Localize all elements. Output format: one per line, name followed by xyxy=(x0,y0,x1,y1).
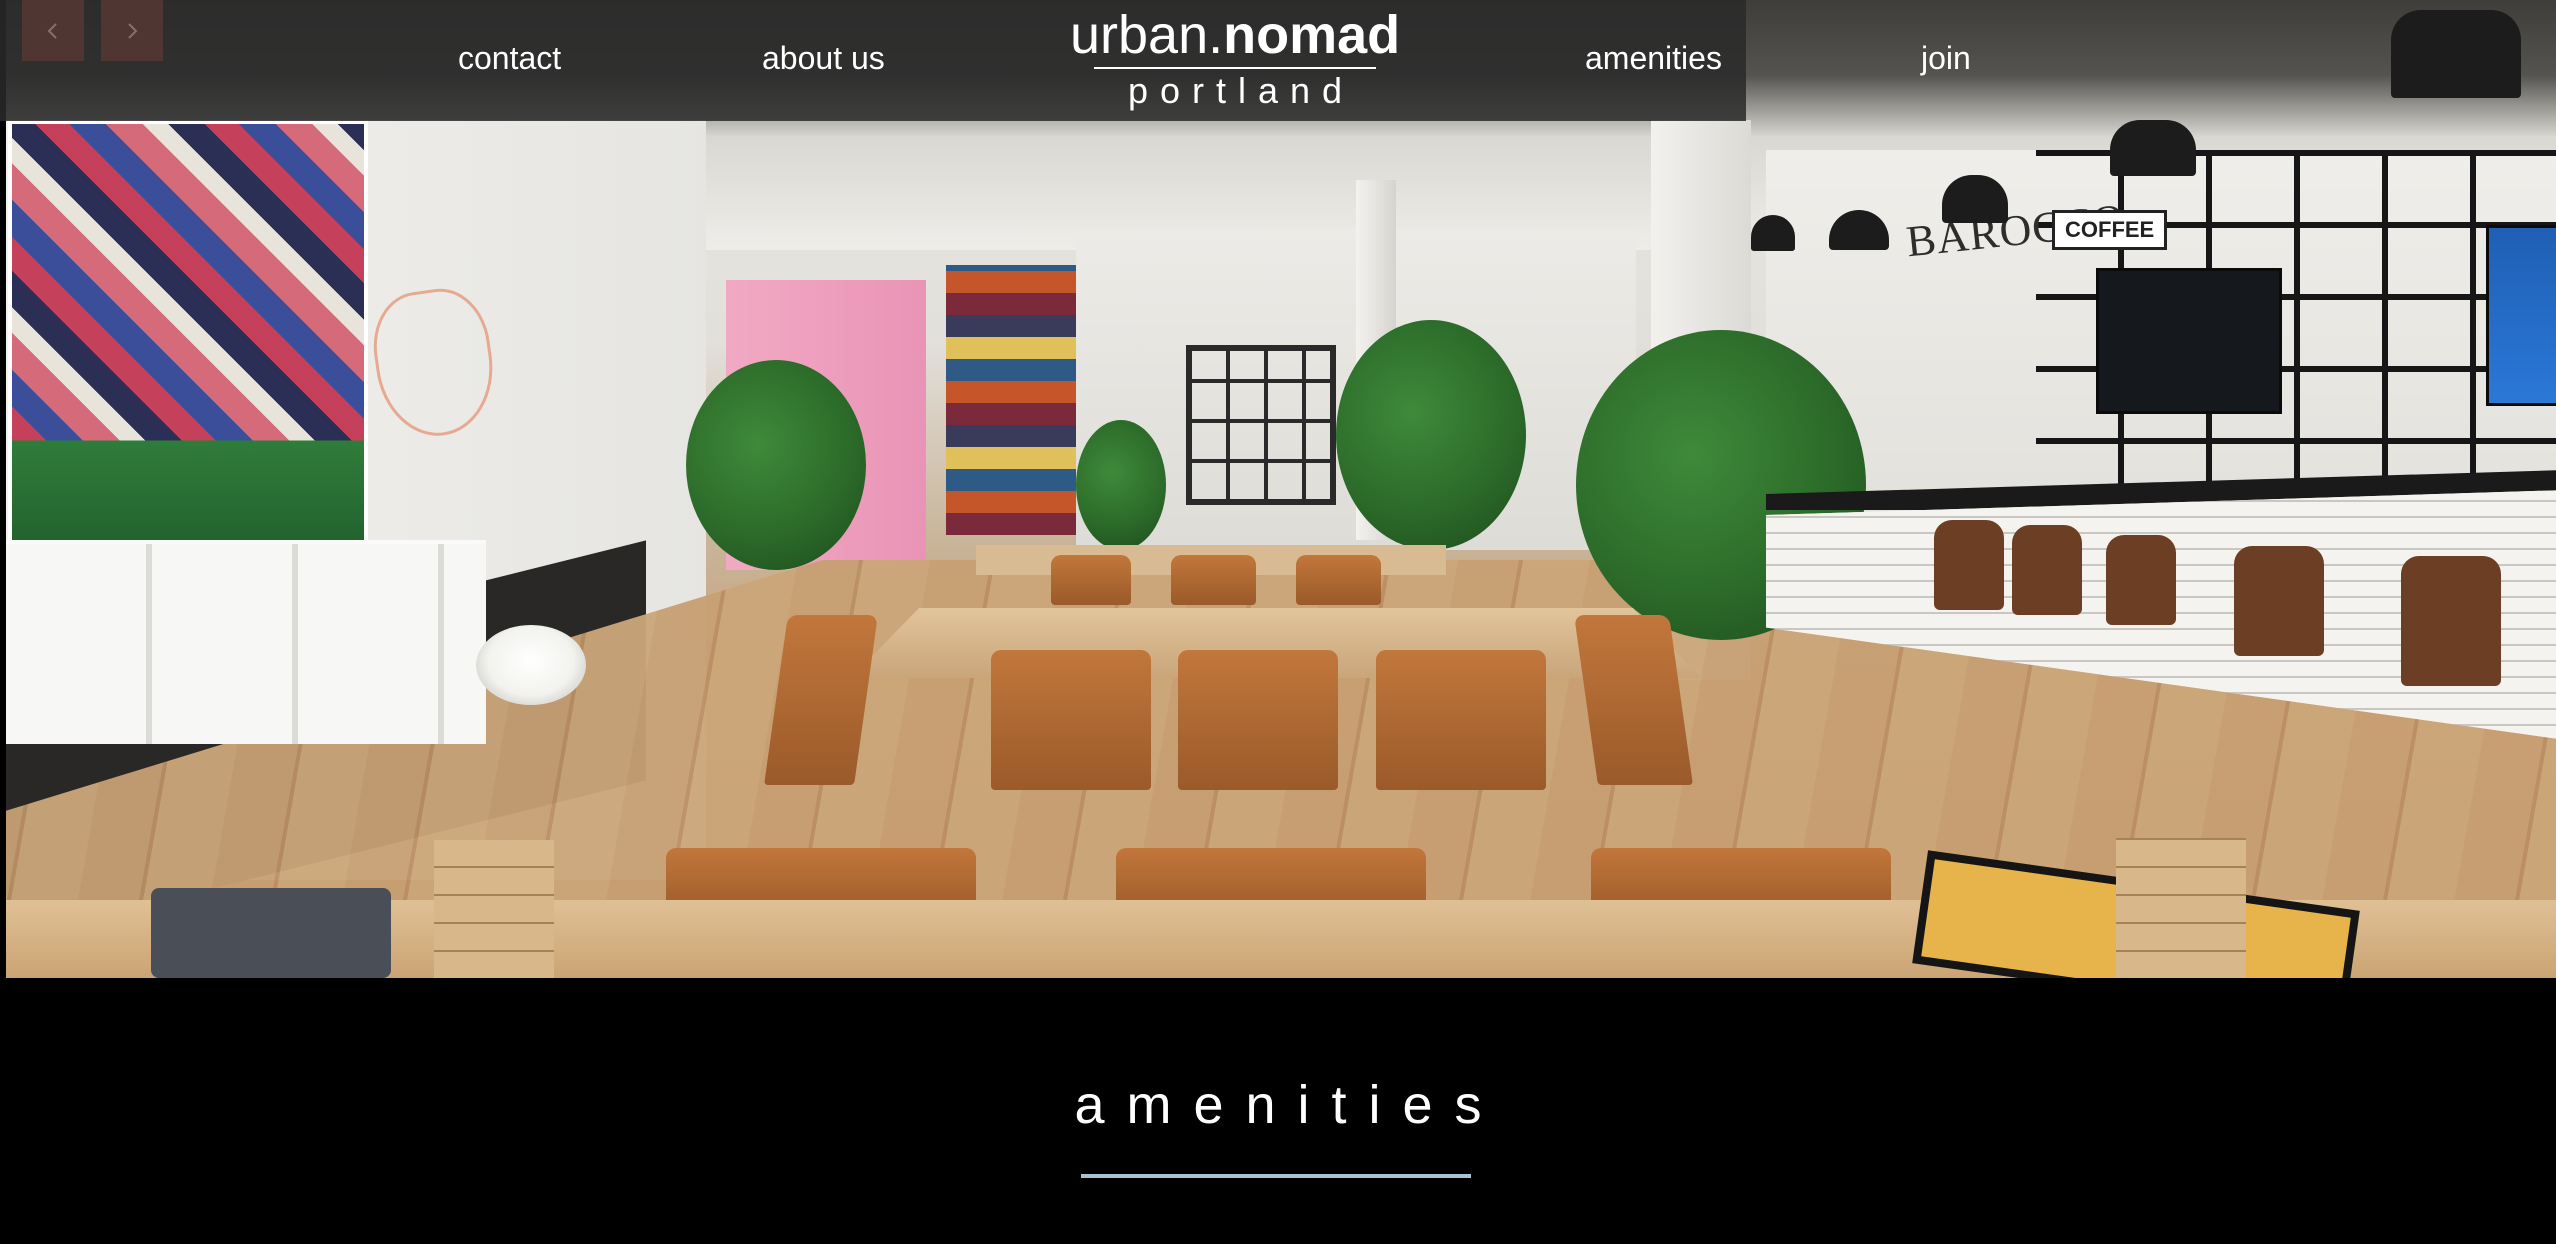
cubby-shelves xyxy=(6,540,486,744)
section-heading: amenities xyxy=(1074,1075,1504,1135)
site-logo[interactable]: urban.nomad portland xyxy=(1070,6,1400,111)
floor-lamp xyxy=(476,625,586,705)
back-shelving xyxy=(1186,345,1336,505)
chair xyxy=(991,650,1151,790)
bar-stool xyxy=(2401,556,2501,686)
chair xyxy=(1051,555,1131,605)
love-mural xyxy=(8,120,368,580)
plant xyxy=(1336,320,1526,550)
chair xyxy=(1171,555,1256,605)
heading-underline xyxy=(1081,1174,1471,1178)
chair xyxy=(1376,650,1546,790)
pendant-light xyxy=(1942,175,2008,223)
nav-link-amenities[interactable]: amenities xyxy=(1585,38,1722,78)
plant xyxy=(686,360,866,570)
logo-emphasis: nomad xyxy=(1223,5,1401,65)
bar-stool xyxy=(2012,525,2082,615)
chevron-left-icon xyxy=(47,22,57,39)
chair xyxy=(1178,650,1338,790)
logo-city: portland xyxy=(1127,70,1355,111)
coffee-sign: COFFEE xyxy=(2052,210,2168,250)
chevron-right-icon xyxy=(128,22,138,39)
bar-stool xyxy=(2106,535,2176,625)
logo-wordmark: urban.nomad xyxy=(1070,6,1400,64)
pendant-light xyxy=(2391,10,2521,98)
wall-tapestry xyxy=(946,265,1076,535)
nav-link-join[interactable]: join xyxy=(1921,38,1971,78)
slider-prev-button[interactable] xyxy=(22,0,84,61)
nav-link-contact[interactable]: contact xyxy=(458,38,561,78)
bar-tv xyxy=(2096,268,2282,414)
logo-divider xyxy=(1094,67,1376,69)
game-box xyxy=(151,888,391,978)
chair xyxy=(1296,555,1381,605)
plant xyxy=(1076,420,1166,550)
bar-stool xyxy=(1934,520,2004,610)
bar-tv xyxy=(2486,225,2556,406)
block-tower xyxy=(2116,838,2246,978)
top-nav: contact about us urban.nomad portland am… xyxy=(0,0,1971,121)
hero-image: BAROCCO COFFEE xyxy=(6,0,2556,978)
bar-stool xyxy=(2234,546,2324,656)
slider-next-button[interactable] xyxy=(101,0,163,61)
block-tower xyxy=(434,840,554,978)
logo-prefix: urban. xyxy=(1070,5,1224,65)
pendant-light xyxy=(2110,120,2196,176)
nav-link-about-us[interactable]: about us xyxy=(762,38,885,78)
pendant-light xyxy=(1751,215,1795,251)
